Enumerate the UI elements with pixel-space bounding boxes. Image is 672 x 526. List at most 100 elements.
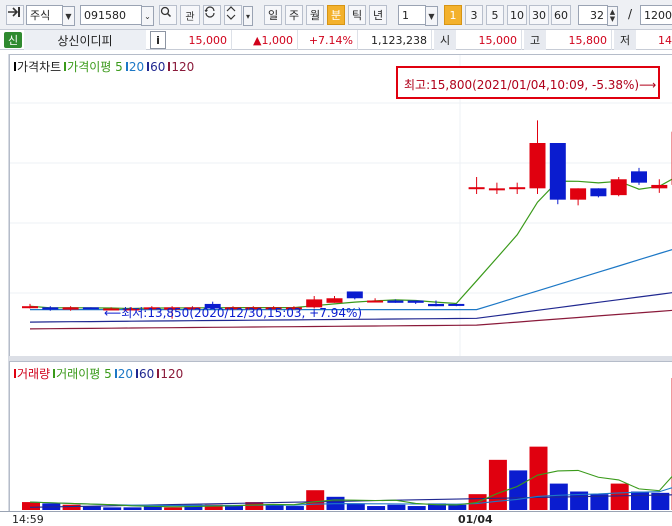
volume-bar	[123, 507, 142, 510]
period-week-button[interactable]: 주	[285, 5, 303, 25]
volume-chart-legend: 거래량 거래이평 5 20 60 120	[14, 365, 183, 382]
display-count-value: 32	[590, 8, 604, 22]
refresh-icon[interactable]	[203, 5, 221, 25]
high-price-annotation: 최고:15,800(2021/01/04,10:09, -5.38%)⟶	[404, 78, 657, 92]
volume-bar	[62, 504, 81, 510]
related-button[interactable]: 관	[180, 5, 200, 25]
left-gutter	[0, 54, 9, 511]
volume-ma5-label: 5	[104, 367, 112, 381]
quick-interval-label: 1	[449, 8, 457, 22]
total-count-value: 1200	[644, 8, 672, 22]
period-day-button[interactable]: 일	[264, 5, 282, 25]
quick-interval-60-button[interactable]: 60	[551, 5, 571, 25]
period-minute-button[interactable]: 분	[327, 5, 345, 25]
high-price-annotation-box: 최고:15,800(2021/01/04,10:09, -5.38%)⟶	[396, 66, 660, 99]
quick-interval-label: 10	[510, 8, 524, 22]
candle-body	[610, 179, 627, 196]
volume-bar	[22, 502, 40, 510]
candle-body	[549, 143, 566, 200]
quick-interval-3-button[interactable]: 3	[465, 5, 483, 25]
volume-ma60-label: 60	[139, 366, 155, 381]
price-ma-legend-name: 가격이평	[67, 60, 112, 74]
stepper-dropdown-icon[interactable]: ▾	[243, 6, 253, 26]
stock-code-input[interactable]: 091580	[80, 5, 142, 25]
period-tick-button[interactable]: 틱	[348, 5, 366, 25]
low-label: 저	[614, 30, 636, 50]
period-label: 분	[330, 9, 342, 22]
volume-bar	[407, 506, 426, 510]
price-legend-name: 가격차트	[17, 60, 62, 74]
price-ma60-legend-item: 60	[147, 60, 165, 74]
price-ma20-label: 20	[128, 59, 145, 74]
search-icon[interactable]	[159, 5, 177, 25]
price-ma60-label: 60	[150, 59, 166, 74]
volume-legend-item: 거래량	[14, 365, 50, 382]
volume-bar	[103, 507, 122, 510]
info-button[interactable]: i	[150, 31, 166, 49]
candle-body	[468, 187, 485, 190]
ma20-line	[30, 248, 672, 311]
code-dropdown-icon[interactable]: ⌄	[141, 6, 154, 26]
volume-bar	[631, 491, 649, 510]
count-spinner-icon[interactable]: ▲ ▼	[607, 6, 618, 26]
price-ma-legend-item: 가격이평 5	[64, 58, 123, 75]
low-price-annotation: ⟵최저:13,850(2020/12/30,15:03, +7.94%)	[104, 306, 363, 320]
open-price: 15,000	[456, 30, 522, 50]
stock-name: 상신이디피	[24, 30, 146, 50]
total-count-input[interactable]: 1200	[640, 5, 672, 25]
price-ma5-label: 5	[115, 60, 123, 74]
volume-chart-pane[interactable]: 거래량 거래이평 5 20 60 120	[9, 361, 672, 511]
volume-chart	[22, 378, 672, 510]
candle-body	[407, 300, 424, 303]
quick-interval-1-button[interactable]: 1	[444, 5, 462, 25]
candle-body	[22, 306, 38, 309]
high-label: 고	[524, 30, 546, 50]
volume-bar	[610, 483, 629, 510]
volume-ma120-label: 120	[160, 366, 184, 381]
candle-body	[488, 188, 505, 191]
volume-bar	[448, 504, 467, 510]
interval-dropdown-icon[interactable]: ▼	[425, 6, 438, 26]
price-change: ▲1,000	[232, 30, 298, 50]
price-chart-pane[interactable]: 가격차트 가격이평 5 20 60 120 최고:15,800(2021/01/…	[9, 54, 672, 357]
up-down-stepper-icon[interactable]	[224, 5, 242, 25]
period-month-button[interactable]: 월	[306, 5, 324, 25]
quick-interval-label: 3	[470, 8, 478, 22]
chart-toolbar: 주식 ▼ 091580 ⌄ 관 ▾ 일 주 월 분 틱 년 1 ▼ 1 3 5 …	[0, 0, 672, 30]
price-ma20-legend-item: 20	[125, 59, 145, 74]
volume-ma20-legend-item: 20	[114, 367, 133, 381]
price-ma120-label: 120	[171, 59, 195, 74]
price-chart-legend: 가격차트 가격이평 5 20 60 120	[14, 58, 194, 75]
related-button-label: 관	[185, 11, 195, 23]
candle-body	[509, 187, 526, 190]
volume-ma-legend-name: 거래이평	[56, 367, 101, 381]
quick-interval-label: 60	[554, 8, 568, 22]
count-separator: /	[628, 7, 633, 21]
volume-legend-name: 거래량	[17, 367, 51, 381]
period-year-button[interactable]: 년	[369, 5, 387, 25]
candle-body	[346, 291, 363, 299]
login-arrow-icon[interactable]	[6, 5, 24, 25]
quick-interval-5-button[interactable]: 5	[486, 5, 504, 25]
price-change-percent: +7.14%	[298, 30, 358, 50]
market-select[interactable]: 주식	[26, 5, 63, 25]
quick-interval-10-button[interactable]: 10	[507, 5, 527, 25]
volume-bar	[285, 506, 304, 510]
candle-body	[448, 303, 465, 306]
display-count-input[interactable]: 32	[578, 5, 608, 25]
volume-ma-legend-item: 거래이평 5	[53, 365, 112, 382]
market-select-value: 주식	[30, 9, 51, 22]
quick-interval-label: 5	[491, 8, 499, 22]
quick-interval-30-button[interactable]: 30	[529, 5, 549, 25]
candle-body	[62, 307, 79, 310]
candle-body	[570, 188, 587, 200]
interval-input[interactable]: 1	[398, 5, 426, 25]
candle-body	[651, 184, 668, 189]
volume-bar	[346, 503, 365, 510]
candle-body	[631, 171, 647, 183]
market-dropdown-icon[interactable]: ▼	[62, 6, 75, 26]
candle-body	[42, 307, 59, 310]
period-label: 년	[372, 9, 384, 22]
candle-body	[590, 188, 607, 197]
low-price: 14	[658, 33, 672, 47]
